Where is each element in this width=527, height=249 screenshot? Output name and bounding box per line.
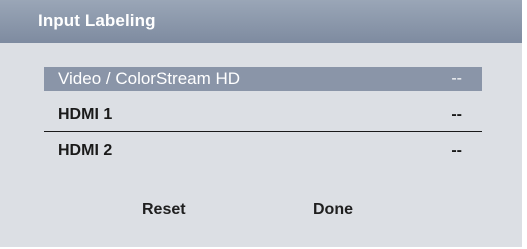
done-button[interactable]: Done [313,201,353,219]
input-list: Video / ColorStream HD -- HDMI 1 -- HDMI… [44,67,482,175]
button-bar: Reset Done [0,201,522,225]
dialog-title: Input Labeling [38,11,156,30]
input-value: -- [451,70,462,87]
input-row-video-colorstream-hd[interactable]: Video / ColorStream HD -- [44,67,482,91]
reset-button[interactable]: Reset [142,201,186,219]
input-labeling-dialog: Input Labeling Video / ColorStream HD --… [0,0,527,249]
input-label: HDMI 1 [58,106,113,123]
input-value: -- [451,106,462,123]
input-value: -- [451,142,462,159]
input-label: Video / ColorStream HD [58,69,241,88]
input-row-hdmi-1[interactable]: HDMI 1 -- [44,103,482,127]
input-label: HDMI 2 [58,142,113,159]
list-divider [44,131,482,132]
dialog-panel: Input Labeling Video / ColorStream HD --… [0,0,527,249]
title-bar: Input Labeling [0,0,522,43]
input-row-hdmi-2[interactable]: HDMI 2 -- [44,139,482,163]
